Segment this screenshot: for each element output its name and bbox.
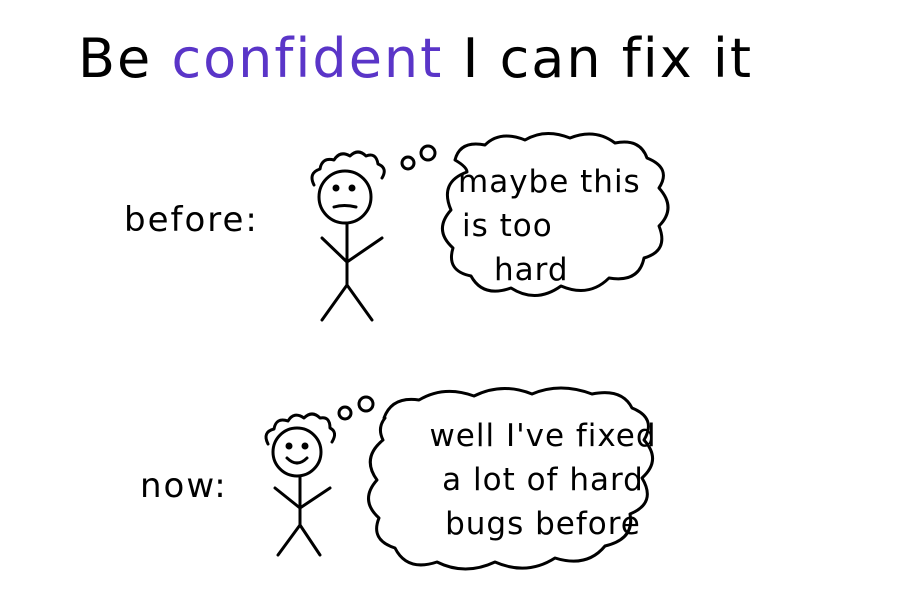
stick-figure-before (310, 150, 386, 322)
thought-text-before: maybe this is too hard (458, 160, 698, 292)
arms-now (273, 486, 332, 510)
legs-now (276, 523, 322, 557)
thought-dots-before (400, 144, 437, 171)
label-now: now: (140, 466, 228, 506)
eye-right-before (348, 184, 356, 192)
stick-figure-now (264, 412, 337, 557)
eye-left-now (285, 442, 293, 450)
eye-right-now (301, 442, 309, 450)
curly-hair-before (310, 150, 386, 187)
thought-text-now: well I've fixed a lot of hard bugs befor… (388, 414, 698, 546)
thought-dots-now (337, 395, 375, 421)
frown-mouth (332, 204, 358, 209)
thought-line: is too (462, 208, 553, 244)
legs-before (320, 283, 374, 322)
thought-line: bugs before (445, 506, 641, 542)
head-before (317, 169, 373, 225)
thought-line: hard (494, 252, 569, 288)
thought-line: well I've fixed (429, 418, 657, 454)
arms-before (320, 236, 384, 264)
comic-canvas: Be confident I can fix it before: now: m… (0, 0, 900, 600)
eye-left-before (332, 184, 340, 192)
smile-mouth (285, 456, 309, 465)
head-now (271, 426, 323, 478)
label-before: before: (124, 200, 259, 240)
thought-line: maybe this (458, 164, 641, 200)
thought-line: a lot of hard (442, 462, 644, 498)
